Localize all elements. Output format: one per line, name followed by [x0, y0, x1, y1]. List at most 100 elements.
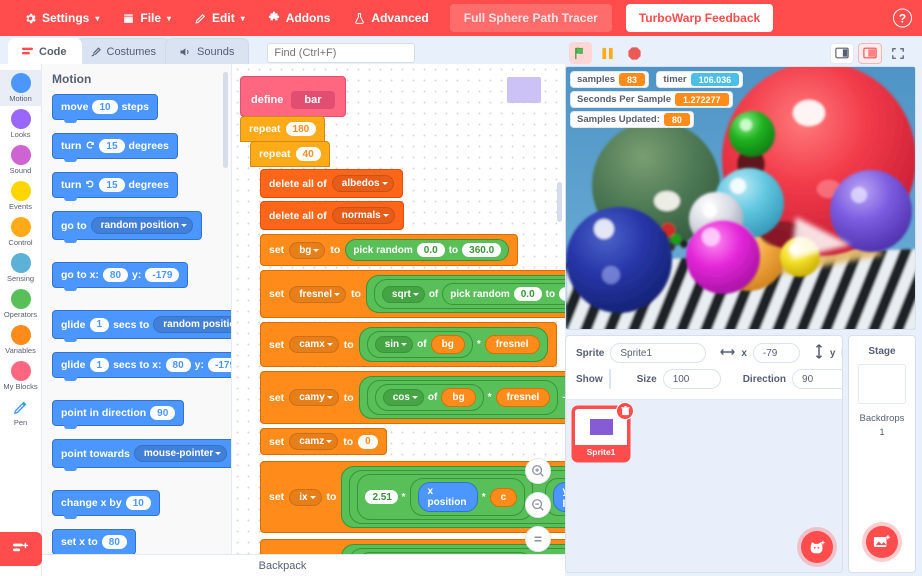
stop-icon[interactable] — [624, 42, 644, 64]
add-extension-button[interactable] — [0, 532, 42, 566]
block-palette[interactable]: Motion move 10 steps turn 15 degrees tur… — [42, 64, 232, 576]
category-events[interactable]: Events — [0, 178, 42, 214]
variable-dropdown[interactable]: ix — [289, 488, 322, 506]
op-input-a[interactable]: 0.0 — [416, 243, 445, 257]
block-dropdown[interactable]: random position — [153, 316, 231, 333]
y-input[interactable] — [841, 343, 842, 363]
palette-block-go-to[interactable]: go to random position — [52, 211, 231, 243]
subtract-operator[interactable]: cos of bg * fresnel - 0.1 — [358, 376, 565, 419]
zoom-in-icon[interactable] — [525, 458, 551, 484]
palette-block-glide-to[interactable]: glide 1 secs to random position — [52, 310, 231, 342]
define-block[interactable]: define bar — [240, 76, 565, 117]
search-input[interactable] — [267, 43, 416, 63]
variable-dropdown[interactable]: camx — [289, 336, 339, 353]
block-input[interactable]: 10 — [92, 100, 118, 114]
delete-all-albedos-block[interactable]: delete all of albedos — [260, 169, 565, 198]
set-camz-block[interactable]: set camz to 0 — [260, 428, 565, 455]
palette-block-go-to-xy[interactable]: go to x: 80 y: -179 — [52, 262, 231, 291]
category-operators[interactable]: Operators — [0, 286, 42, 322]
code-canvas[interactable]: define bar repeat 180 repeat 40 delete a… — [232, 64, 565, 576]
math-fn-dropdown[interactable]: cos — [382, 389, 424, 406]
set-fresnel-block[interactable]: set fresnel to sqrt of pick random 0.0 t… — [260, 270, 565, 318]
block-input[interactable]: 15 — [99, 178, 125, 192]
block-input[interactable]: 80 — [101, 535, 127, 549]
category-control[interactable]: Control — [0, 214, 42, 250]
monitor-samples[interactable]: samples 83 — [570, 71, 650, 88]
set-camy-block[interactable]: set camy to cos of bg * fresnel — [260, 371, 565, 424]
monitor-samples-updated[interactable]: Samples Updated: 80 — [570, 111, 694, 128]
x-position-reporter[interactable]: x position — [417, 482, 478, 512]
zoom-reset-icon[interactable] — [525, 526, 551, 552]
canvas-vertical-scrollbar[interactable] — [557, 182, 562, 222]
math-function-operator[interactable]: cos of bg — [374, 384, 484, 411]
category-my-blocks[interactable]: My Blocks — [0, 358, 42, 394]
math-fn-dropdown[interactable]: sqrt — [381, 285, 425, 303]
menu-edit[interactable]: Edit ▾ — [182, 6, 256, 30]
category-motion[interactable]: Motion — [0, 70, 42, 106]
tab-sounds[interactable]: Sounds — [165, 38, 250, 64]
palette-block-turn-cw[interactable]: turn 15 degrees — [52, 133, 231, 162]
palette-block-point-towards[interactable]: point towards mouse-pointer — [52, 439, 231, 471]
category-variables[interactable]: Variables — [0, 322, 42, 358]
repeat-outer-block[interactable]: repeat 180 — [240, 116, 565, 142]
backpack-bar[interactable]: Backpack — [0, 554, 565, 576]
variable-reporter[interactable]: bg — [441, 388, 476, 407]
repeat-count[interactable]: 40 — [295, 147, 321, 161]
math-function-operator[interactable]: sin of bg — [366, 331, 473, 358]
backdrop-thumbnail[interactable] — [858, 364, 906, 404]
palette-scrollbar[interactable] — [223, 72, 228, 168]
variable-dropdown[interactable]: camy — [289, 389, 339, 406]
tab-costumes[interactable]: Costumes — [75, 38, 172, 64]
monitor-timer[interactable]: timer 106.036 — [656, 71, 744, 88]
green-flag-icon[interactable] — [569, 42, 592, 64]
sprite-card-sprite1[interactable]: Sprite1 — [573, 402, 634, 461]
palette-block-turn-ccw[interactable]: turn 15 degrees — [52, 172, 231, 201]
block-input[interactable]: 1 — [89, 358, 110, 372]
add-sprite-icon[interactable] — [801, 531, 833, 563]
variable-reporter[interactable]: fresnel — [495, 388, 551, 407]
help-icon[interactable]: ? — [893, 8, 912, 28]
multiply-operator[interactable]: x position * c — [409, 478, 526, 516]
block-input[interactable]: -179 — [145, 268, 180, 282]
op-input-k[interactable]: 2.51 — [365, 490, 398, 504]
pause-icon[interactable] — [598, 42, 618, 64]
block-dropdown[interactable]: random position — [90, 217, 193, 234]
delete-all-normals-block[interactable]: delete all of normals — [260, 201, 565, 230]
variable-reporter[interactable]: bg — [430, 335, 465, 354]
palette-block-set-x[interactable]: set x to 80 — [52, 529, 231, 558]
block-input[interactable]: 80 — [165, 358, 191, 372]
op-input-a[interactable]: 0.0 — [513, 287, 542, 301]
small-stage-icon[interactable] — [830, 42, 854, 64]
multiply-operator[interactable]: cos of bg * fresnel — [366, 380, 559, 415]
variable-dropdown[interactable]: bg — [289, 241, 326, 259]
tab-code[interactable]: Code — [8, 38, 82, 64]
palette-block-point-in-direction[interactable]: point in direction 90 — [52, 400, 231, 429]
pick-random-operator[interactable]: pick random 0.0 to 360.0 — [345, 239, 510, 261]
script-stack[interactable]: define bar repeat 180 repeat 40 delete a… — [240, 76, 565, 576]
variable-dropdown[interactable]: camz — [289, 433, 339, 450]
category-sensing[interactable]: Sensing — [0, 250, 42, 286]
set-value-input[interactable]: 0 — [358, 434, 378, 449]
block-input[interactable]: -179 — [208, 358, 231, 372]
stage-canvas[interactable]: samples 83 timer 106.036 Seconds Per Sam… — [565, 66, 916, 330]
add-backdrop-icon[interactable] — [866, 526, 898, 558]
category-sound[interactable]: Sound — [0, 142, 42, 178]
category-pen[interactable]: Pen — [0, 394, 42, 430]
menu-addons[interactable]: Addons — [256, 6, 342, 30]
block-input[interactable]: 15 — [99, 139, 125, 153]
menu-file[interactable]: File ▾ — [110, 6, 182, 30]
large-stage-icon[interactable] — [858, 42, 882, 64]
multiply-operator[interactable]: sin of bg * fresnel — [358, 327, 548, 362]
block-input[interactable]: 90 — [150, 406, 176, 420]
multiply-operator[interactable]: 2.51 * x position * c — [357, 474, 534, 520]
repeat-inner-block[interactable]: repeat 40 — [250, 141, 565, 167]
palette-block-move[interactable]: move 10 steps — [52, 94, 231, 123]
x-input[interactable] — [752, 343, 800, 363]
set-camx-block[interactable]: set camx to sin of bg * fresnel — [260, 322, 565, 367]
palette-block-change-x[interactable]: change x by 10 — [52, 490, 231, 519]
show-visible-icon[interactable] — [610, 370, 611, 388]
menu-settings[interactable]: Settings ▾ — [12, 6, 110, 30]
variable-reporter[interactable]: c — [489, 487, 518, 507]
category-looks[interactable]: Looks — [0, 106, 42, 142]
block-input[interactable]: 1 — [89, 317, 110, 332]
